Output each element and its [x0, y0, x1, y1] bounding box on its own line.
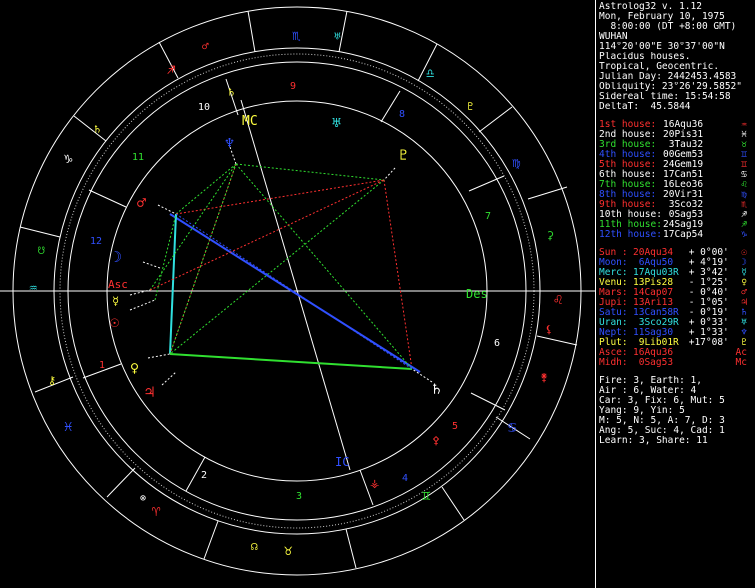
house-number-7: 7 — [485, 211, 491, 222]
chart-coords: 114°20'00"E 30°37'00"N — [599, 42, 725, 52]
capricorn-icon: ♑ — [64, 151, 73, 167]
stat-line: Learn: 3, Share: 11 — [599, 436, 708, 446]
leo-icon: ♌ — [554, 292, 563, 308]
chart-wheel: ♏ ♅ ♎ ♇ ♍ ⚳ ♌ ⚸ ⚵ ♋ ⚴ ♊ ⚶ ♉ ☊ ♈ ⊗ ♓ ⚷ ♒ … — [0, 6, 595, 576]
node-icon: ☊ — [251, 540, 258, 553]
mc-ic-axis — [240, 99, 351, 471]
house-number-8: 8 — [399, 109, 405, 120]
chart-date: Mon, February 10, 1975 — [599, 12, 725, 22]
info-panel: Astrolog32 v. 1.12 Mon, February 10, 197… — [599, 2, 753, 586]
moon-icon: ☽ — [113, 248, 122, 266]
vesta-icon: ⚶ — [370, 477, 379, 490]
ic-label: IC — [335, 455, 349, 469]
saturn-planet-icon: ♄ — [432, 380, 441, 398]
zodiac-type: Tropical, Geocentric. — [599, 62, 720, 72]
planet-position: 0Sag53 — [633, 357, 674, 368]
aries-icon: ♈ — [152, 504, 161, 520]
house-value: 17Cap54 — [663, 229, 704, 240]
house-number-1: 1 — [99, 360, 105, 371]
juno-icon: ⚵ — [540, 371, 548, 384]
mc-label: MC — [242, 114, 258, 129]
scorpio-icon: ♏ — [292, 28, 301, 44]
sidereal-time: Sidereal time: 15:54:58 — [599, 92, 731, 102]
house-row: 12th house: 17Cap54 ♑ — [599, 230, 753, 240]
house-number-9: 9 — [290, 81, 296, 92]
mars-sign-icon: ♂ — [202, 40, 209, 53]
house-number-11: 11 — [132, 152, 144, 163]
fortune-icon: ⊗ — [140, 493, 146, 504]
venus-icon: ♀ — [130, 359, 139, 377]
planet-label: Midh: — [599, 357, 628, 368]
stat-line: Car: 3, Fix: 6, Mut: 5 — [599, 396, 725, 406]
stat-line: Air : 6, Water: 4 — [599, 386, 697, 396]
mars-icon: ♂ — [137, 194, 146, 212]
planet-list: Sun :20Aqu34 + 0°00' ☉ Moon: 6Aqu50 + 4°19… — [599, 248, 753, 368]
planet-latitude — [683, 348, 729, 358]
neptune-icon: ♆ — [225, 134, 234, 152]
mercury-icon: ☿ — [112, 294, 119, 308]
chiron-icon: ⚷ — [48, 374, 56, 387]
delta-t: DeltaT: 45.5844 — [599, 102, 691, 112]
saturn-sign-icon: ♄ — [94, 123, 101, 136]
sun-icon: ☉ — [110, 313, 119, 331]
pluto-planet-icon: ♇ — [399, 146, 408, 164]
saturn-house-icon: ♄ — [228, 86, 235, 99]
app-title: Astrolog32 v. 1.12 — [599, 2, 702, 12]
des-label: Des — [466, 287, 488, 301]
planet-latitude — [683, 358, 729, 368]
sign-dividers — [19, 10, 578, 569]
house-number-2: 2 — [201, 470, 207, 481]
astrolog-window: { "info": { "title": "Astrolog32 v. 1.12… — [0, 0, 755, 588]
aquarius-icon: ♒ — [29, 280, 37, 296]
stat-line: Yang: 9, Yin: 5 — [599, 406, 685, 416]
house-sign-icon: ♑ — [741, 229, 747, 240]
lilith-icon: ⚸ — [545, 323, 553, 336]
planet-row: Midh: 0Sag53 Mc — [599, 358, 753, 368]
jupiter-icon: ♃ — [145, 383, 154, 401]
vertex-icon: ☋ — [38, 244, 45, 257]
sagittarius-icon: ♐ — [167, 62, 175, 78]
house-number-12: 12 — [90, 236, 102, 247]
element-stats: Fire: 3, Earth: 1, Air : 6, Water: 4 Car: … — [599, 376, 753, 446]
ceres-icon: ⚳ — [546, 229, 554, 242]
gemini-icon: ♊ — [422, 488, 431, 504]
pluto-icon: ♇ — [467, 100, 474, 113]
obliquity: Obliquity: 23°26'29.5852" — [599, 82, 742, 92]
planet-latitude: +17°08' — [683, 337, 729, 348]
taurus-icon: ♉ — [284, 543, 293, 559]
chart-time: 8:00:00 (DT +8:00 GMT) — [599, 22, 737, 32]
house-number-3: 3 — [296, 491, 302, 502]
house-number-4: 4 — [402, 473, 408, 484]
stat-line: Ang: 5, Suc: 4, Cad: 1 — [599, 426, 725, 436]
house-label: 12th house: — [599, 229, 662, 240]
planet-icon: Mc — [735, 357, 747, 368]
pallas-icon: ⚴ — [432, 434, 440, 447]
panel-divider — [595, 0, 596, 588]
stat-line: M: 5, N: 5, A: 7, D: 3 — [599, 416, 725, 426]
house-number-10: 10 — [198, 102, 210, 113]
julian-day: Julian Day: 2442453.4583 — [599, 72, 737, 82]
house-list: 1st house: 16Aqu36 ♒ 2nd house: 20Pis31 ♓ 3rd … — [599, 120, 753, 240]
aspect-lines — [149, 163, 421, 373]
house-number-6: 6 — [494, 338, 500, 349]
virgo-icon: ♍ — [512, 155, 520, 171]
pisces-icon: ♓ — [64, 419, 72, 435]
asc-label: Asc — [108, 278, 128, 291]
stat-line: Fire: 3, Earth: 1, — [599, 376, 702, 386]
cancer-icon: ♋ — [508, 420, 516, 436]
uranus-icon: ♅ — [334, 30, 341, 43]
chart-place: WUHAN — [599, 32, 628, 42]
house-number-5: 5 — [452, 421, 458, 432]
house-system: Placidus houses. — [599, 52, 691, 62]
libra-icon: ♎ — [426, 66, 434, 82]
uranus-planet-icon: ♅ — [332, 114, 341, 132]
